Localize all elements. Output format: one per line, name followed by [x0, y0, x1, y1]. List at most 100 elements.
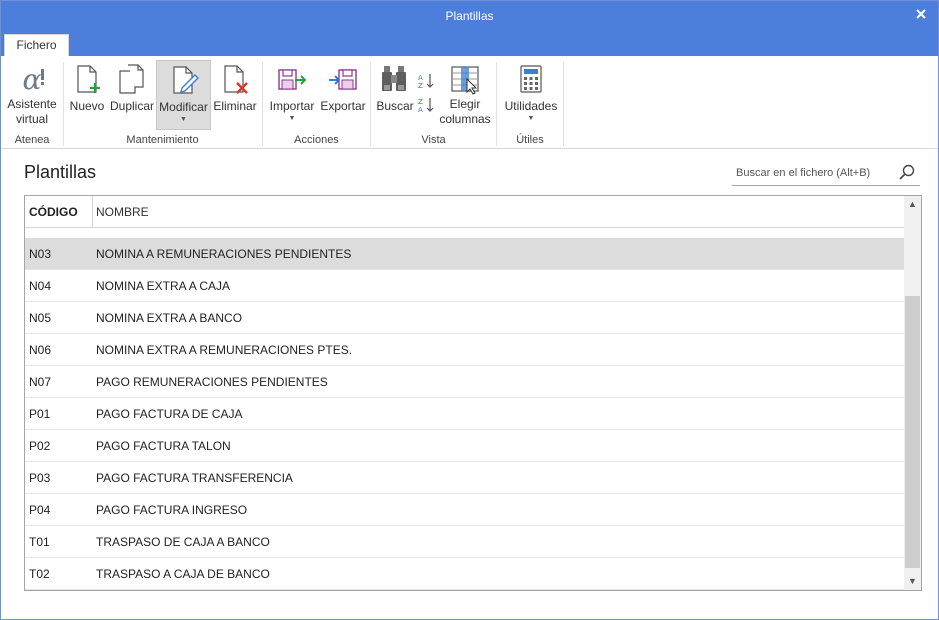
- table-row[interactable]: N05 NOMINA EXTRA A BANCO: [25, 302, 905, 334]
- group-acciones: Importar ▼ Exportar Acciones: [263, 56, 370, 149]
- cell-code: P01: [29, 407, 51, 421]
- group-label-vista: Vista: [421, 134, 446, 146]
- cell-code: N07: [29, 375, 52, 389]
- eliminar-button[interactable]: Eliminar: [212, 60, 258, 130]
- eliminar-label: Eliminar: [213, 99, 257, 113]
- table-row[interactable]: N06 NOMINA EXTRA A REMUNERACIONES PTES.: [25, 334, 905, 366]
- chevron-down-icon: ▼: [180, 116, 187, 123]
- table-row[interactable]: N07 PAGO REMUNERACIONES PENDIENTES: [25, 366, 905, 398]
- group-label-acciones: Acciones: [294, 134, 339, 146]
- duplicate-icon: [119, 64, 144, 94]
- close-icon[interactable]: [912, 5, 930, 23]
- delete-document-icon: [224, 65, 248, 94]
- cell-code: P04: [29, 503, 51, 517]
- page-title: Plantillas: [24, 162, 97, 182]
- table-row[interactable]: N04 NOMINA EXTRA A CAJA: [25, 270, 905, 302]
- alpha-icon: α: [23, 63, 44, 95]
- group-label-atenea: Atenea: [14, 134, 50, 146]
- modificar-label: Modificar: [159, 100, 208, 114]
- chevron-down-icon: ▼: [288, 115, 296, 122]
- column-header-code[interactable]: CÓDIGO: [29, 196, 91, 228]
- table-row[interactable]: P03 PAGO FACTURA TRANSFERENCIA: [25, 462, 905, 494]
- import-icon: [278, 69, 307, 90]
- importar-label: Importar: [269, 99, 315, 113]
- templates-table: CÓDIGO NOMBRE N03 NOMINA A REMUNERACIONES…: [24, 195, 922, 591]
- group-mantenimiento: Nuevo Duplicar Modificar ▼ Eliminar Mant…: [64, 56, 261, 149]
- duplicar-button[interactable]: Duplicar: [109, 60, 155, 130]
- cell-name: PAGO FACTURA TALON: [96, 439, 231, 453]
- ribbon-tab-row: Fichero: [1, 32, 938, 56]
- search-input[interactable]: [736, 164, 886, 182]
- column-divider[interactable]: [92, 196, 93, 228]
- app-window: Plantillas Fichero α Asistente virtual A…: [0, 0, 939, 620]
- export-icon: [329, 69, 357, 90]
- table-row[interactable]: T01 TRASPASO DE CAJA A BANCO: [25, 526, 905, 558]
- sort-ascending-icon[interactable]: A Z: [417, 72, 435, 90]
- title-bar: Plantillas: [1, 1, 938, 32]
- cell-code: P03: [29, 471, 51, 485]
- cell-code: N06: [29, 343, 52, 357]
- cell-name: TRASPASO DE CAJA A BANCO: [96, 535, 270, 549]
- svg-text:A: A: [418, 74, 423, 82]
- exportar-button[interactable]: Exportar: [318, 60, 368, 130]
- nuevo-button[interactable]: Nuevo: [67, 60, 107, 130]
- utilidades-label: Utilidades: [504, 99, 558, 113]
- importar-button[interactable]: Importar ▼: [268, 60, 316, 130]
- vertical-scrollbar[interactable]: ▲ ▼: [904, 196, 921, 590]
- table-row[interactable]: P02 PAGO FACTURA TALON: [25, 430, 905, 462]
- group-vista: Buscar A Z Z A Elegir columnas Vista: [371, 56, 496, 149]
- calculator-icon: [520, 65, 542, 93]
- chevron-down-icon[interactable]: ▼: [904, 573, 921, 590]
- cell-name: PAGO FACTURA INGRESO: [96, 503, 248, 517]
- table-row[interactable]: N03 NOMINA A REMUNERACIONES PENDIENTES: [25, 238, 905, 270]
- duplicar-label: Duplicar: [109, 99, 154, 113]
- ribbon: α Asistente virtual Atenea Nuevo Duplica…: [1, 56, 938, 149]
- utilidades-button[interactable]: Utilidades ▼: [502, 60, 560, 130]
- binoculars-icon: [382, 66, 406, 91]
- edit-document-icon: [172, 66, 199, 94]
- new-document-icon: [77, 65, 100, 93]
- group-utiles: Utilidades ▼ Útiles: [497, 56, 563, 149]
- table-body: N03 NOMINA A REMUNERACIONES PENDIENTES N04…: [25, 238, 905, 590]
- column-header-name[interactable]: NOMBRE: [96, 196, 149, 228]
- sort-descending-icon[interactable]: Z A: [417, 96, 435, 114]
- svg-text:A: A: [418, 106, 423, 114]
- cell-code: N03: [29, 247, 52, 261]
- table-row[interactable]: T02 TRASPASO A CAJA DE BANCO: [25, 558, 905, 590]
- search-icon[interactable]: [898, 163, 916, 181]
- nuevo-label: Nuevo: [69, 99, 105, 113]
- asistente-label: Asistente virtual: [7, 97, 57, 126]
- cell-name: NOMINA EXTRA A REMUNERACIONES PTES.: [96, 343, 353, 357]
- elegir-columnas-button[interactable]: Elegir columnas: [438, 60, 492, 130]
- group-separator: [563, 62, 564, 146]
- cell-name: PAGO FACTURA DE CAJA: [96, 407, 243, 421]
- svg-text:Z: Z: [418, 98, 423, 106]
- exportar-label: Exportar: [320, 99, 366, 113]
- cell-name: PAGO REMUNERACIONES PENDIENTES: [96, 375, 328, 389]
- cell-name: PAGO FACTURA TRANSFERENCIA: [96, 471, 293, 485]
- cell-code: N04: [29, 279, 52, 293]
- cell-code: T02: [29, 567, 50, 581]
- chevron-up-icon[interactable]: ▲: [904, 196, 921, 213]
- scrollbar-thumb[interactable]: [905, 296, 920, 568]
- asistente-virtual-button[interactable]: α Asistente virtual: [5, 60, 59, 130]
- group-label-mantenimiento: Mantenimiento: [126, 134, 199, 146]
- cell-code: N05: [29, 311, 52, 325]
- table-row[interactable]: P04 PAGO FACTURA INGRESO: [25, 494, 905, 526]
- modificar-button[interactable]: Modificar ▼: [156, 60, 211, 130]
- columns-icon: [451, 66, 479, 95]
- svg-text:α: α: [23, 63, 42, 95]
- table-row[interactable]: P01 PAGO FACTURA DE CAJA: [25, 398, 905, 430]
- buscar-button[interactable]: Buscar: [375, 60, 415, 130]
- buscar-label: Buscar: [376, 99, 414, 113]
- tab-fichero[interactable]: Fichero: [4, 34, 69, 56]
- group-atenea: α Asistente virtual Atenea: [1, 56, 63, 149]
- window-title: Plantillas: [445, 9, 494, 23]
- cell-name: NOMINA EXTRA A CAJA: [96, 279, 231, 293]
- cell-name: TRASPASO A CAJA DE BANCO: [96, 567, 270, 581]
- svg-text:Z: Z: [418, 82, 423, 90]
- search-box: [732, 160, 920, 186]
- table-header: CÓDIGO NOMBRE: [25, 196, 905, 228]
- chevron-down-icon: ▼: [527, 115, 535, 122]
- cell-code: T01: [29, 535, 50, 549]
